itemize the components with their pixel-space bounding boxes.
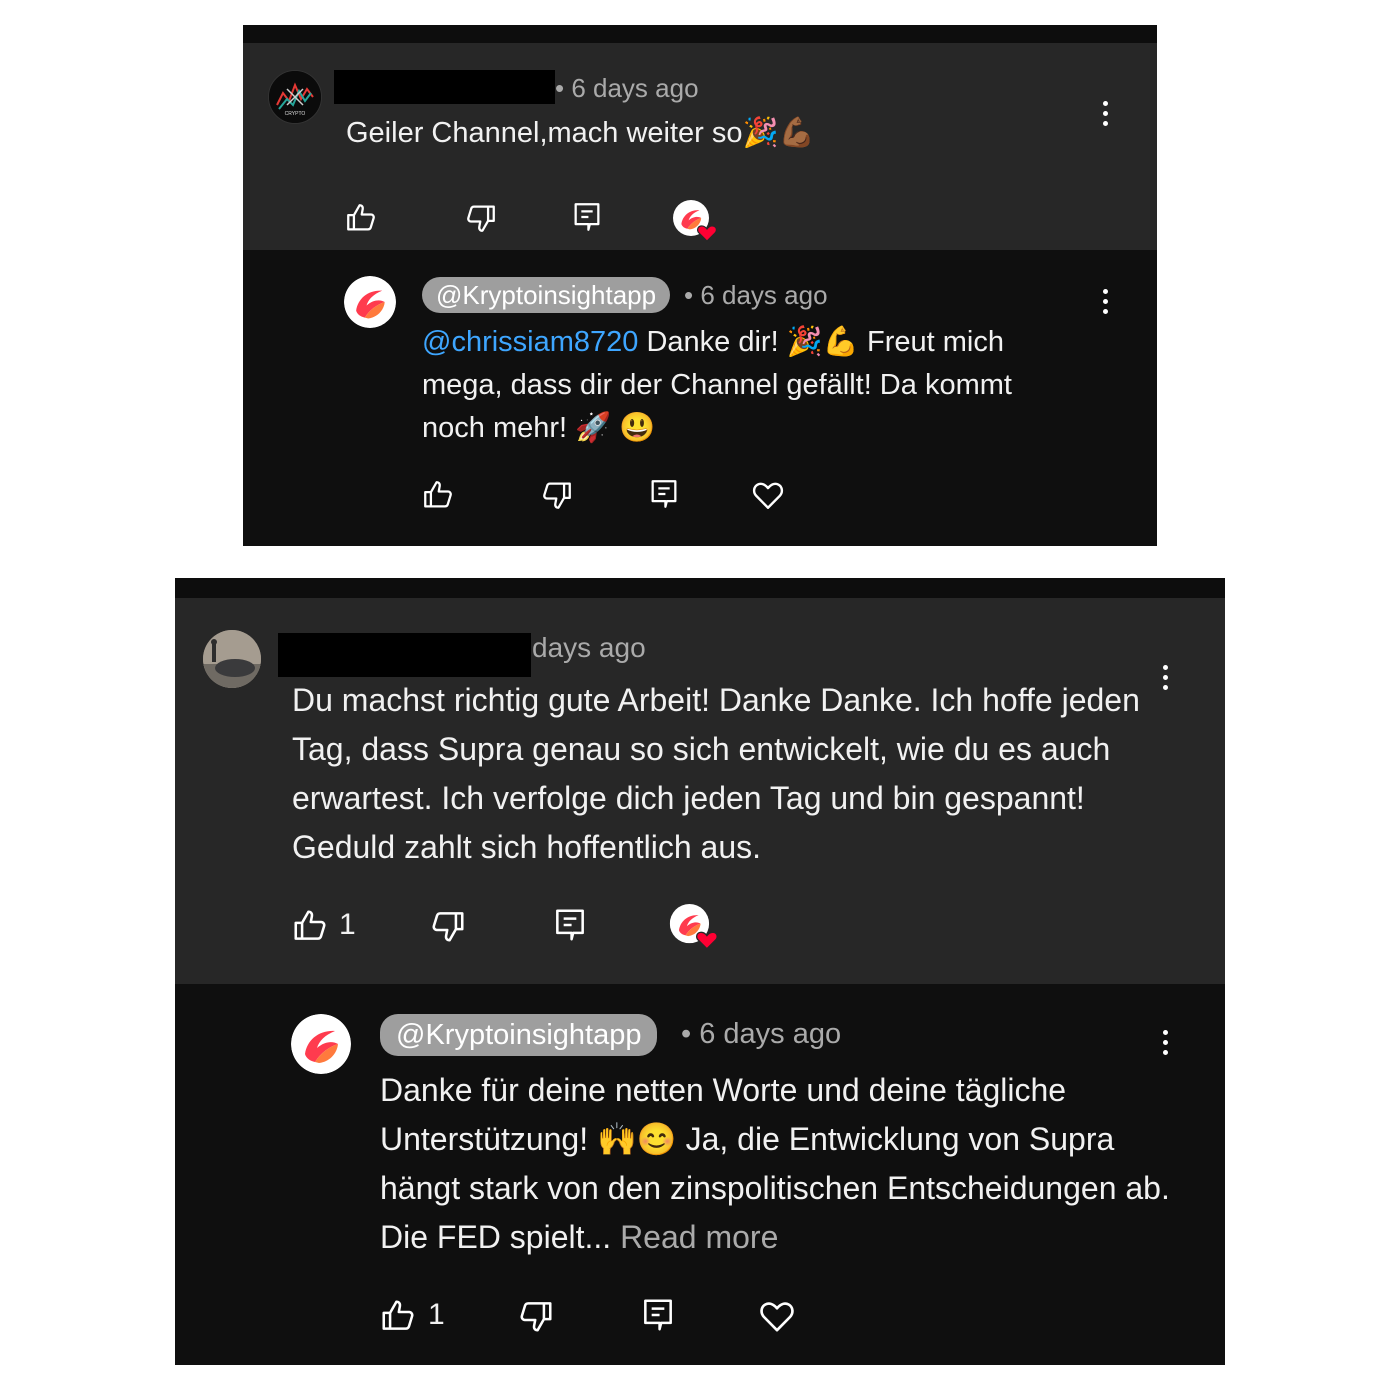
thumbs-down-icon xyxy=(429,907,467,945)
creator-heart-icon xyxy=(669,904,718,950)
dislike-button[interactable] xyxy=(540,478,574,512)
dislike-button[interactable] xyxy=(517,1297,555,1335)
thumbs-up-icon xyxy=(421,478,455,512)
user-avatar[interactable] xyxy=(203,630,261,688)
more-options-icon[interactable] xyxy=(1154,1027,1178,1059)
comment-thread-panel-2: days ago Du machst richtig gute Arbeit! … xyxy=(175,578,1225,1365)
heart-icon xyxy=(757,1296,797,1336)
comment-text: Geiler Channel,mach weiter so🎉💪🏾 xyxy=(346,117,815,149)
dislike-button[interactable] xyxy=(429,907,467,945)
like-button[interactable] xyxy=(379,1297,417,1335)
channel-handle-chip[interactable]: @Kryptoinsightapp xyxy=(422,277,671,313)
redacted-username xyxy=(334,70,555,104)
photo-avatar-icon xyxy=(203,630,261,688)
heart-icon xyxy=(750,477,786,513)
reply-text: @chrissiam8720 Danke dir! 🎉💪 Freut mich … xyxy=(422,326,1012,444)
channel-avatar[interactable] xyxy=(291,1014,351,1074)
kryptoinsight-logo-icon xyxy=(344,276,396,328)
comment-timestamp: days ago xyxy=(532,632,646,663)
reply-icon xyxy=(647,476,681,512)
like-button[interactable] xyxy=(291,907,329,945)
reply-button[interactable] xyxy=(551,905,589,945)
like-button[interactable] xyxy=(344,201,378,235)
creator-heart-icon xyxy=(673,200,717,242)
dislike-button[interactable] xyxy=(464,201,498,235)
channel-handle-chip[interactable]: @Kryptoinsightapp xyxy=(380,1014,658,1056)
reply-icon xyxy=(551,905,589,945)
like-count: 1 xyxy=(428,1298,445,1331)
read-more-link[interactable]: Read more xyxy=(620,1219,778,1255)
channel-avatar[interactable] xyxy=(344,276,396,328)
svg-text:CRYPTO: CRYPTO xyxy=(285,111,306,117)
reply-text: Danke für deine netten Worte und deine t… xyxy=(380,1072,1170,1255)
reply-card: @Kryptoinsightapp • 6 days ago Danke für… xyxy=(175,984,1225,1365)
thumbs-up-icon xyxy=(379,1297,417,1335)
reply-button[interactable] xyxy=(570,199,604,235)
reply-card: @Kryptoinsightapp • 6 days ago @chrissia… xyxy=(243,250,1157,546)
thumbs-down-icon xyxy=(464,201,498,235)
redacted-username xyxy=(278,633,531,677)
panel-top-bar xyxy=(243,25,1157,44)
heart-button[interactable] xyxy=(757,1296,797,1336)
thumbs-down-icon xyxy=(540,478,574,512)
user-avatar[interactable]: CRYPTO xyxy=(268,70,322,124)
like-button[interactable] xyxy=(421,478,455,512)
comment-card: days ago Du machst richtig gute Arbeit! … xyxy=(175,598,1225,984)
reply-button[interactable] xyxy=(647,476,681,512)
panel-top-bar xyxy=(175,578,1225,599)
comment-card: CRYPTO • 6 days ago Geiler Channel,mach … xyxy=(243,43,1157,250)
thumbs-up-icon xyxy=(344,201,378,235)
heart-button[interactable] xyxy=(750,477,786,513)
thumbs-up-icon xyxy=(291,907,329,945)
like-count: 1 xyxy=(339,908,356,941)
reply-button[interactable] xyxy=(639,1295,677,1335)
comment-timestamp: • 6 days ago xyxy=(555,73,699,103)
thumbs-down-icon xyxy=(517,1297,555,1335)
reply-timestamp: • 6 days ago xyxy=(681,1018,842,1050)
creator-heart-badge xyxy=(673,200,721,244)
comment-thread-panel-1: CRYPTO • 6 days ago Geiler Channel,mach … xyxy=(243,25,1157,546)
creator-heart-badge xyxy=(669,904,723,952)
more-options-icon[interactable] xyxy=(1094,98,1118,130)
reply-icon xyxy=(639,1295,677,1335)
kryptoinsight-logo-icon xyxy=(291,1014,351,1074)
reply-timestamp: • 6 days ago xyxy=(684,280,828,310)
reply-icon xyxy=(570,199,604,235)
crypto-chart-logo-icon: CRYPTO xyxy=(269,71,321,123)
more-options-icon[interactable] xyxy=(1094,286,1118,318)
mention-link[interactable]: @chrissiam8720 xyxy=(422,326,638,358)
comment-text: Du machst richtig gute Arbeit! Danke Dan… xyxy=(292,682,1140,865)
